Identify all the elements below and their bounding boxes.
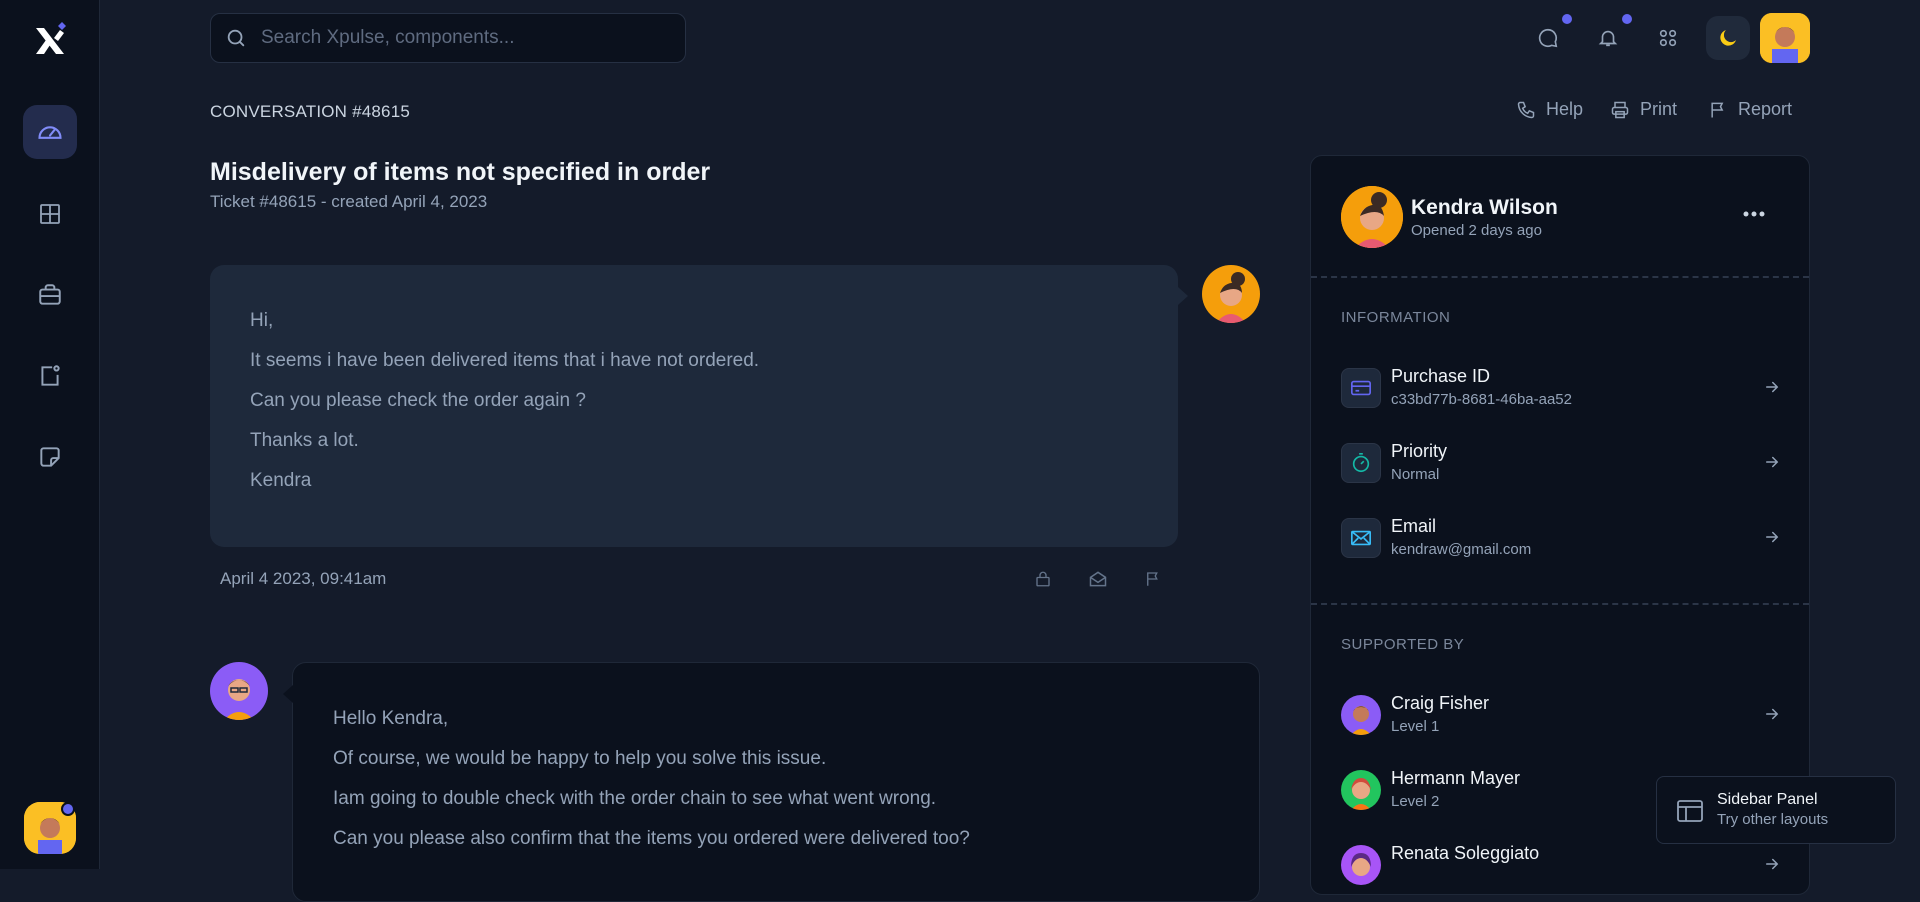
apps-grid-icon	[1657, 27, 1679, 49]
report-label: Report	[1738, 99, 1793, 119]
brand-logo-icon[interactable]	[32, 22, 68, 58]
flag-message-button[interactable]	[1140, 568, 1166, 590]
app-notification-icon	[37, 363, 63, 389]
agent-avatar	[1341, 695, 1381, 735]
info-label: Priority	[1391, 441, 1448, 461]
messages-badge	[1562, 14, 1572, 24]
sidebar-item-business[interactable]	[23, 268, 77, 322]
sticky-note-icon	[37, 444, 63, 470]
sidebar-rail	[0, 0, 100, 869]
search-icon	[225, 27, 247, 49]
sidebar-item-dashboard[interactable]	[23, 105, 77, 159]
arrow-right-icon	[1763, 378, 1781, 396]
search-bar[interactable]	[210, 13, 686, 63]
message-line: Hello Kendra,	[333, 708, 449, 729]
apps-button[interactable]	[1646, 16, 1690, 60]
customer-message: Hi, It seems i have been delivered items…	[210, 265, 1188, 547]
mark-read-button[interactable]	[1085, 568, 1111, 590]
bell-icon	[1597, 27, 1619, 49]
arrow-right-icon	[1763, 528, 1781, 546]
agent-level: Level 1	[1391, 718, 1440, 735]
ticket-subtitle: Ticket #48615 - created April 4, 2023	[210, 192, 488, 211]
message-line: Iam going to double check with the order…	[333, 788, 937, 809]
message-timestamp: April 4 2023, 09:41am	[220, 569, 387, 588]
credit-card-icon	[1341, 368, 1381, 408]
report-button[interactable]: Report	[1708, 99, 1792, 120]
mail-icon	[1341, 518, 1381, 558]
arrow-right-icon	[1763, 705, 1781, 723]
info-value: Normal	[1391, 466, 1440, 483]
message-line: Kendra	[250, 470, 312, 491]
message-line: Hi,	[250, 310, 274, 331]
agent-name: Hermann Mayer	[1391, 768, 1521, 788]
divider	[1311, 603, 1809, 605]
chat-bubble-icon	[1537, 27, 1559, 49]
agent-avatar	[210, 662, 268, 720]
sidebar-item-layouts[interactable]	[23, 187, 77, 241]
agent-name: Renata Soleggiato	[1391, 843, 1540, 863]
agent-message: Hello Kendra, Of course, we would be hap…	[283, 662, 1260, 902]
briefcase-icon	[37, 282, 63, 308]
message-line: Can you please check the order again ?	[250, 390, 586, 411]
layout-panel-icon	[1677, 799, 1703, 823]
lock-icon	[1034, 570, 1052, 588]
purchase-id-row[interactable]: Purchase ID c33bd77b-8681-46ba-aa52	[1341, 366, 1781, 414]
page-title: Misdelivery of items not specified in or…	[210, 158, 711, 186]
notifications-badge	[1622, 14, 1632, 24]
help-button[interactable]: Help	[1516, 99, 1583, 120]
sidebar-item-notifications[interactable]	[23, 349, 77, 403]
message-line: It seems i have been delivered items tha…	[250, 350, 760, 371]
more-horizontal-icon	[1743, 211, 1765, 217]
info-value: c33bd77b-8681-46ba-aa52	[1391, 391, 1572, 408]
customer-avatar	[1202, 265, 1260, 323]
arrow-right-icon	[1763, 855, 1781, 873]
message-line: Thanks a lot.	[250, 430, 359, 451]
stopwatch-icon	[1341, 443, 1381, 483]
arrow-right-icon	[1763, 453, 1781, 471]
agent-avatar	[1341, 770, 1381, 810]
phone-icon	[1516, 100, 1536, 120]
agent-row[interactable]: Renata Soleggiato	[1341, 843, 1781, 891]
help-label: Help	[1546, 99, 1584, 119]
lock-message-button[interactable]	[1030, 568, 1056, 590]
printer-icon	[1610, 100, 1630, 120]
theme-toggle-button[interactable]	[1706, 16, 1750, 60]
layout-switcher-button[interactable]: Sidebar Panel Try other layouts	[1656, 776, 1896, 844]
flag-icon	[1708, 100, 1728, 120]
agent-level: Level 2	[1391, 793, 1440, 810]
grid-icon	[38, 202, 62, 226]
print-button[interactable]: Print	[1610, 99, 1677, 120]
print-label: Print	[1640, 99, 1678, 119]
agent-avatar	[1341, 845, 1381, 885]
info-label: Email	[1391, 516, 1437, 536]
profile-avatar[interactable]	[1760, 13, 1810, 63]
customer-avatar	[1341, 186, 1403, 248]
priority-row[interactable]: Priority Normal	[1341, 441, 1781, 489]
search-input[interactable]	[261, 27, 671, 49]
email-row[interactable]: Email kendraw@gmail.com	[1341, 516, 1781, 564]
supported-by-section-title: SUPPORTED BY	[1341, 636, 1465, 653]
online-indicator	[61, 802, 75, 816]
sidebar-item-notes[interactable]	[23, 430, 77, 484]
ticket-opened-time: Opened 2 days ago	[1411, 222, 1542, 239]
layout-switcher-title: Sidebar Panel	[1717, 791, 1818, 808]
open-envelope-icon	[1088, 569, 1108, 589]
agent-row[interactable]: Craig Fisher Level 1	[1341, 693, 1781, 741]
info-label: Purchase ID	[1391, 366, 1491, 386]
moon-icon	[1716, 26, 1740, 50]
customer-name: Kendra Wilson	[1411, 196, 1558, 219]
message-line: Can you please also confirm that the ite…	[333, 828, 970, 849]
info-value: kendraw@gmail.com	[1391, 541, 1532, 558]
flag-icon	[1144, 570, 1162, 588]
information-section-title: INFORMATION	[1341, 309, 1451, 326]
conversation-id: CONVERSATION #48615	[210, 102, 411, 121]
message-line: Of course, we would be happy to help you…	[333, 748, 827, 769]
speedometer-icon	[36, 118, 64, 146]
agent-name: Craig Fisher	[1391, 693, 1490, 713]
divider	[1311, 276, 1809, 278]
layout-switcher-subtitle: Try other layouts	[1717, 811, 1829, 828]
more-options-button[interactable]	[1739, 206, 1769, 222]
